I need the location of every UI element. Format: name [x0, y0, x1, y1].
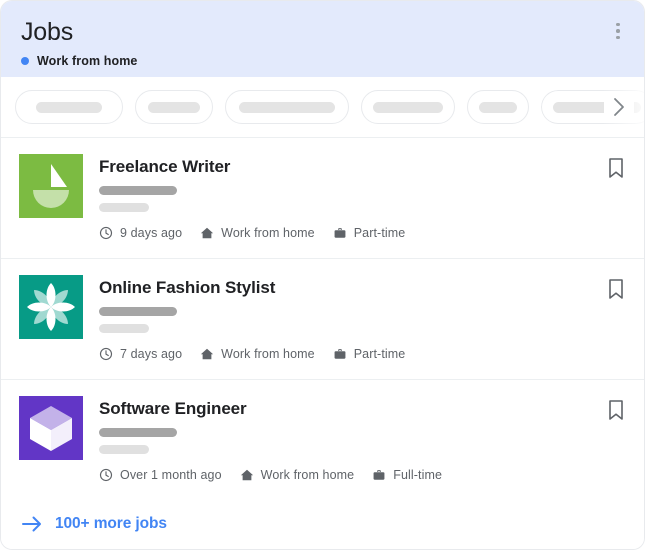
menu-dot — [616, 35, 620, 40]
clock-icon — [99, 347, 113, 361]
filter-chip-row — [1, 77, 644, 138]
filter-chip-placeholder — [373, 101, 443, 113]
jobs-header: Jobs Work from home — [1, 1, 644, 77]
cube-logo — [19, 396, 83, 460]
header-subtitle: Work from home — [21, 54, 624, 68]
job-posted-date: 9 days ago — [99, 226, 182, 240]
job-details: Online Fashion Stylist 7 days ago Work fro… — [99, 275, 626, 365]
job-posted-date-label: Over 1 month ago — [120, 468, 222, 482]
job-meta: 9 days ago Work from home Part-time — [99, 226, 626, 240]
job-list-item[interactable]: Online Fashion Stylist 7 days ago Work fro… — [1, 259, 644, 380]
source-placeholder — [99, 324, 149, 333]
job-meta: Over 1 month ago Work from home Full-time — [99, 468, 626, 482]
job-employment-type: Full-time — [372, 468, 442, 482]
bookmark-icon[interactable] — [605, 156, 627, 180]
briefcase-icon — [372, 468, 386, 482]
job-list-item[interactable]: Software Engineer Over 1 month ago Work fr… — [1, 380, 644, 498]
sailboat-logo — [19, 154, 83, 218]
filter-chip[interactable] — [15, 90, 123, 124]
clock-icon — [99, 468, 113, 482]
company-placeholder — [99, 186, 177, 195]
filter-chip[interactable] — [361, 90, 455, 124]
filter-chip[interactable] — [467, 90, 529, 124]
job-location-label: Work from home — [221, 347, 315, 361]
job-location-label: Work from home — [260, 468, 355, 482]
flower-logo — [19, 275, 83, 339]
overflow-menu-icon[interactable] — [606, 17, 630, 45]
filter-chip-placeholder — [239, 101, 335, 113]
job-employment-type-label: Part-time — [353, 347, 406, 361]
job-employment-type: Part-time — [333, 226, 406, 240]
source-placeholder — [99, 203, 149, 212]
company-placeholder — [99, 428, 177, 437]
job-employment-type-label: Part-time — [353, 226, 406, 240]
job-title: Software Engineer — [99, 399, 247, 418]
header-subtitle-label: Work from home — [37, 54, 138, 68]
filter-chip-placeholder — [148, 101, 200, 113]
filter-chips — [1, 77, 644, 137]
job-meta: 7 days ago Work from home Part-time — [99, 347, 626, 361]
arrow-right-icon — [21, 514, 43, 534]
job-title: Online Fashion Stylist — [99, 278, 276, 297]
bookmark-icon[interactable] — [605, 398, 627, 422]
job-posted-date-label: 9 days ago — [120, 226, 183, 240]
menu-dot — [616, 29, 620, 33]
job-posted-date-label: 7 days ago — [120, 347, 183, 361]
filter-chip-placeholder — [479, 101, 517, 113]
source-placeholder — [99, 445, 149, 454]
job-details: Software Engineer Over 1 month ago Work fr… — [99, 396, 626, 486]
job-details: Freelance Writer 9 days ago Work from home… — [99, 154, 626, 244]
job-location: Work from home — [240, 468, 355, 482]
page-title: Jobs — [21, 18, 74, 46]
menu-dot — [616, 22, 620, 27]
more-jobs-label: 100+ more jobs — [55, 514, 167, 532]
briefcase-icon — [333, 347, 347, 361]
job-list-item[interactable]: Freelance Writer 9 days ago Work from home… — [1, 138, 644, 259]
briefcase-icon — [333, 226, 347, 240]
clock-icon — [99, 226, 113, 240]
chevron-right-icon[interactable] — [604, 92, 634, 122]
home-icon — [200, 226, 214, 240]
blue-dot-icon — [21, 57, 29, 65]
job-list: Freelance Writer 9 days ago Work from home… — [1, 138, 644, 498]
home-icon — [240, 468, 254, 482]
home-icon — [200, 347, 214, 361]
filter-chip[interactable] — [225, 90, 349, 124]
job-posted-date: 7 days ago — [99, 347, 182, 361]
job-employment-type-label: Full-time — [393, 468, 443, 482]
job-employment-type: Part-time — [333, 347, 406, 361]
job-location: Work from home — [200, 347, 315, 361]
job-posted-date: Over 1 month ago — [99, 468, 222, 482]
job-location-label: Work from home — [221, 226, 315, 240]
company-placeholder — [99, 307, 177, 316]
more-jobs-link[interactable]: 100+ more jobs — [1, 498, 644, 549]
job-title: Freelance Writer — [99, 157, 231, 176]
bookmark-icon[interactable] — [605, 277, 627, 301]
job-location: Work from home — [200, 226, 315, 240]
filter-chip[interactable] — [135, 90, 213, 124]
jobs-card: Jobs Work from home Freelance Writer 9 da… — [0, 0, 645, 550]
filter-chip-placeholder — [36, 101, 102, 113]
